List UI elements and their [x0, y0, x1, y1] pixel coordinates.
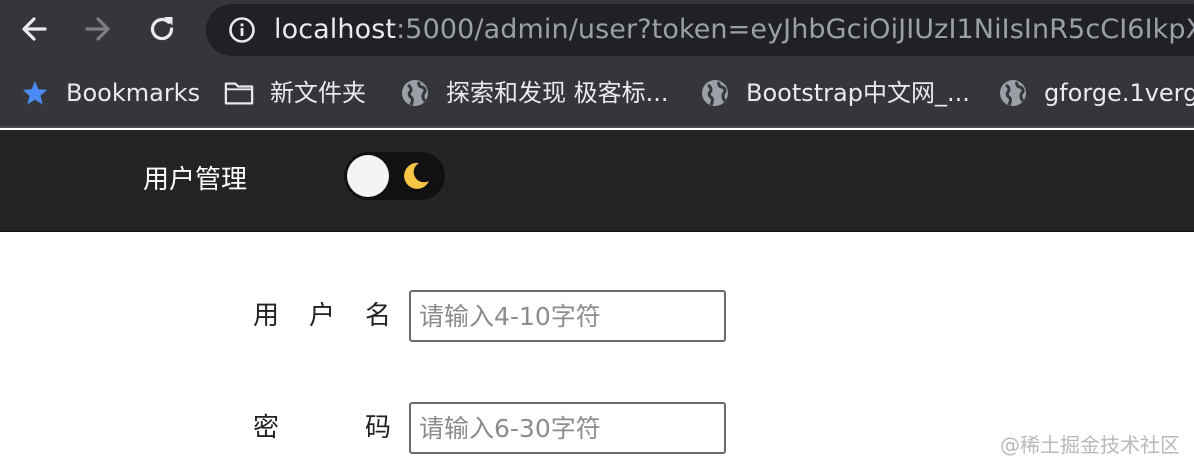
- info-icon[interactable]: [228, 16, 256, 44]
- label-char: 名: [364, 301, 391, 331]
- bookmark-label: 探索和发现 极客标...: [446, 79, 669, 107]
- bookmark-folder[interactable]: 新文件夹: [224, 76, 366, 110]
- password-input[interactable]: [409, 402, 726, 454]
- bookmark-label: Bookmarks: [66, 79, 201, 107]
- globe-icon: [400, 78, 430, 108]
- label-char: 用: [253, 301, 280, 331]
- arrow-right-icon: [85, 17, 110, 41]
- url-text[interactable]: localhost:5000/admin/user?token=eyJhbGci…: [274, 15, 1194, 45]
- moon-icon: [404, 162, 429, 189]
- folder-icon: [224, 78, 254, 108]
- bookmark-gforge[interactable]: gforge.1verge: [998, 76, 1194, 110]
- toggle-knob[interactable]: [347, 155, 389, 197]
- address-bar[interactable]: localhost:5000/admin/user?token=eyJhbGci…: [206, 4, 1194, 56]
- username-input[interactable]: [409, 290, 726, 342]
- bookmark-label: Bootstrap中文网_...: [746, 79, 970, 107]
- label-char: 户: [308, 301, 335, 331]
- app-header: 用户管理: [0, 130, 1194, 232]
- label-char: 码: [364, 413, 391, 443]
- username-row: 用 户 名: [0, 290, 800, 342]
- bookmark-explore[interactable]: 探索和发现 极客标...: [400, 76, 669, 110]
- page-title: 用户管理: [143, 165, 248, 195]
- bookmarks-bar: Bookmarks 新文件夹 探索和发现 极客标... Bootstrap中文网…: [0, 58, 1194, 128]
- star-icon: [20, 78, 50, 108]
- browser-toolbar: localhost:5000/admin/user?token=eyJhbGci…: [0, 0, 1194, 58]
- url-host: localhost: [274, 14, 397, 45]
- url-path: :5000/admin/user?token=eyJhbGciOiJIUzI1N…: [396, 14, 1194, 45]
- globe-icon: [998, 78, 1028, 108]
- back-button[interactable]: [14, 9, 54, 49]
- bookmark-bootstrap[interactable]: Bootstrap中文网_...: [700, 76, 970, 110]
- reload-icon: [150, 17, 174, 41]
- globe-icon: [700, 78, 730, 108]
- bookmark-bookmarks[interactable]: Bookmarks: [20, 76, 200, 110]
- theme-toggle[interactable]: [344, 152, 445, 200]
- password-row: 密 码: [0, 402, 800, 454]
- bookmark-label: 新文件夹: [270, 79, 366, 107]
- forward-button[interactable]: [78, 9, 118, 49]
- username-label: 用 户 名: [253, 298, 391, 334]
- watermark: @稀土掘金技术社区: [1000, 433, 1180, 457]
- bookmark-label: gforge.1verge: [1044, 79, 1194, 107]
- label-char: 密: [253, 413, 280, 443]
- reload-button[interactable]: [142, 9, 182, 49]
- arrow-left-icon: [22, 17, 47, 41]
- password-label: 密 码: [253, 410, 391, 446]
